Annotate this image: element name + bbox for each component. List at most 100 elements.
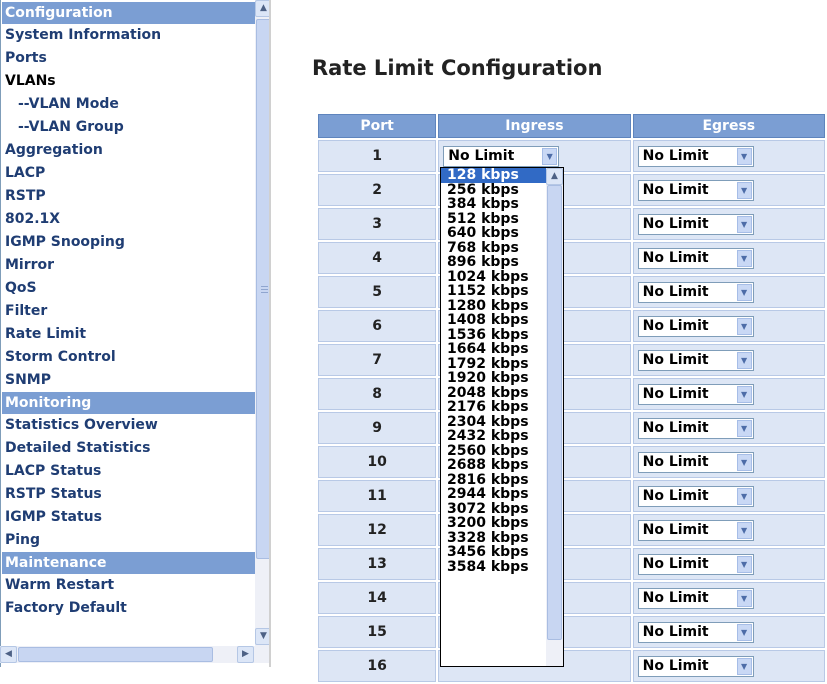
dropdown-option[interactable]: 640 kbps [441, 226, 547, 241]
scroll-down-button[interactable]: ▼ [255, 628, 269, 645]
nav-section-configuration: Configuration [2, 2, 255, 24]
chevron-down-icon[interactable]: ▼ [736, 419, 752, 437]
nav-item-aggregation[interactable]: Aggregation [2, 139, 255, 162]
scroll-up-button[interactable]: ▲ [255, 0, 269, 17]
nav-item-rstp[interactable]: RSTP [2, 185, 255, 208]
egress-rate-select[interactable]: No Limit ▼ [637, 349, 754, 371]
column-header-egress: Egress [632, 114, 825, 138]
nav-item-rstp-status[interactable]: RSTP Status [2, 483, 255, 506]
egress-rate-select[interactable]: No Limit ▼ [637, 587, 754, 609]
chevron-down-icon[interactable]: ▼ [736, 317, 752, 335]
dropdown-option[interactable]: 2944 kbps [441, 487, 547, 502]
nav-item-storm-control[interactable]: Storm Control [2, 346, 255, 369]
dropdown-option[interactable]: 3200 kbps [441, 516, 547, 531]
chevron-down-icon[interactable]: ▼ [736, 521, 752, 539]
chevron-down-icon[interactable]: ▼ [736, 147, 752, 165]
nav-item-system-information[interactable]: System Information [2, 24, 255, 47]
nav-item-factory-default[interactable]: Factory Default [2, 597, 255, 620]
nav-item-snmp[interactable]: SNMP [2, 369, 255, 392]
chevron-down-icon[interactable]: ▼ [736, 487, 752, 505]
chevron-down-icon[interactable]: ▼ [736, 385, 752, 403]
vertical-scroll-thumb[interactable] [256, 19, 269, 559]
dropdown-option[interactable]: 384 kbps [441, 197, 547, 212]
dropdown-scrollbar[interactable]: ▲ [546, 168, 563, 666]
dropdown-option[interactable]: 896 kbps [441, 255, 547, 270]
nav-item-statistics-overview[interactable]: Statistics Overview [2, 414, 255, 437]
egress-rate-select[interactable]: No Limit ▼ [637, 553, 754, 575]
ingress-rate-select[interactable]: No Limit ▼ [443, 145, 560, 167]
horizontal-scroll-thumb[interactable] [18, 647, 213, 662]
chevron-down-icon[interactable]: ▼ [736, 453, 752, 471]
dropdown-option[interactable]: 1664 kbps [441, 342, 547, 357]
nav-item-vlan-mode[interactable]: --VLAN Mode [2, 93, 255, 116]
dropdown-option[interactable]: 2432 kbps [441, 429, 547, 444]
dropdown-option[interactable]: 1792 kbps [441, 357, 547, 372]
nav-item-lacp[interactable]: LACP [2, 162, 255, 185]
egress-rate-select[interactable]: No Limit ▼ [637, 281, 754, 303]
nav-item-filter[interactable]: Filter [2, 300, 255, 323]
dropdown-option[interactable]: 1408 kbps [441, 313, 547, 328]
nav-horizontal-scrollbar[interactable]: ◀ ▶ [0, 646, 255, 663]
dropdown-option[interactable]: 1152 kbps [441, 284, 547, 299]
nav-vertical-scrollbar[interactable]: ▲ ▼ [255, 0, 269, 647]
scroll-right-button[interactable]: ▶ [237, 646, 254, 663]
dropdown-option[interactable]: 1536 kbps [441, 328, 547, 343]
dropdown-option[interactable]: 128 kbps [441, 168, 547, 183]
chevron-down-icon[interactable]: ▼ [736, 351, 752, 369]
dropdown-option[interactable]: 2688 kbps [441, 458, 547, 473]
chevron-down-icon[interactable]: ▼ [736, 657, 752, 675]
dropdown-option[interactable]: 1280 kbps [441, 299, 547, 314]
dropdown-option[interactable]: 256 kbps [441, 183, 547, 198]
egress-rate-select[interactable]: No Limit ▼ [637, 621, 754, 643]
nav-item-ping[interactable]: Ping [2, 529, 255, 552]
nav-item-ports[interactable]: Ports [2, 47, 255, 70]
dropdown-option[interactable]: 3072 kbps [441, 502, 547, 517]
chevron-down-icon[interactable]: ▼ [736, 589, 752, 607]
egress-rate-select[interactable]: No Limit ▼ [637, 213, 754, 235]
nav-item-vlan-group[interactable]: --VLAN Group [2, 116, 255, 139]
scroll-left-button[interactable]: ◀ [0, 646, 17, 663]
nav-item-warm-restart[interactable]: Warm Restart [2, 574, 255, 597]
dropdown-option[interactable]: 3328 kbps [441, 531, 547, 546]
nav-item-qos[interactable]: QoS [2, 277, 255, 300]
dropdown-scroll-thumb[interactable] [547, 185, 562, 640]
egress-rate-select[interactable]: No Limit ▼ [637, 417, 754, 439]
egress-rate-select[interactable]: No Limit ▼ [637, 179, 754, 201]
egress-rate-select[interactable]: No Limit ▼ [637, 519, 754, 541]
nav-item-mirror[interactable]: Mirror [2, 254, 255, 277]
dropdown-option[interactable]: 512 kbps [441, 212, 547, 227]
dropdown-option[interactable]: 2560 kbps [441, 444, 547, 459]
nav-item-rate-limit[interactable]: Rate Limit [2, 323, 255, 346]
nav-item-igmp-snooping[interactable]: IGMP Snooping [2, 231, 255, 254]
chevron-down-icon[interactable]: ▼ [736, 249, 752, 267]
dropdown-option[interactable]: 1024 kbps [441, 270, 547, 285]
nav-item-detailed-statistics[interactable]: Detailed Statistics [2, 437, 255, 460]
chevron-down-icon[interactable]: ▼ [736, 623, 752, 641]
dropdown-option[interactable]: 2816 kbps [441, 473, 547, 488]
egress-rate-select[interactable]: No Limit ▼ [637, 655, 754, 677]
dropdown-option[interactable]: 768 kbps [441, 241, 547, 256]
chevron-down-icon[interactable]: ▼ [736, 181, 752, 199]
egress-rate-select[interactable]: No Limit ▼ [637, 315, 754, 337]
chevron-down-icon[interactable]: ▼ [736, 555, 752, 573]
egress-rate-select[interactable]: No Limit ▼ [637, 451, 754, 473]
dropdown-option[interactable]: 2304 kbps [441, 415, 547, 430]
egress-rate-select[interactable]: No Limit ▼ [637, 485, 754, 507]
chevron-down-icon[interactable]: ▼ [736, 215, 752, 233]
nav-item-lacp-status[interactable]: LACP Status [2, 460, 255, 483]
chevron-down-icon[interactable]: ▼ [542, 147, 558, 165]
dropdown-option[interactable]: 1920 kbps [441, 371, 547, 386]
dropdown-option[interactable]: 3584 kbps [441, 560, 547, 575]
nav-item-vlans[interactable]: VLANs [2, 70, 255, 93]
egress-rate-select[interactable]: No Limit ▼ [637, 145, 754, 167]
egress-rate-select[interactable]: No Limit ▼ [637, 247, 754, 269]
nav-item-802-1x[interactable]: 802.1X [2, 208, 255, 231]
chevron-down-icon[interactable]: ▼ [736, 283, 752, 301]
egress-rate-select[interactable]: No Limit ▼ [637, 383, 754, 405]
dropdown-option[interactable]: 2176 kbps [441, 400, 547, 415]
dropdown-option[interactable]: 2048 kbps [441, 386, 547, 401]
dropdown-option[interactable]: 3456 kbps [441, 545, 547, 560]
nav-item-igmp-status[interactable]: IGMP Status [2, 506, 255, 529]
ingress-dropdown-list[interactable]: 128 kbps 256 kbps 384 kbps 512 kbps 640 kbps… [440, 167, 564, 667]
dropdown-scroll-up-button[interactable]: ▲ [546, 168, 563, 185]
